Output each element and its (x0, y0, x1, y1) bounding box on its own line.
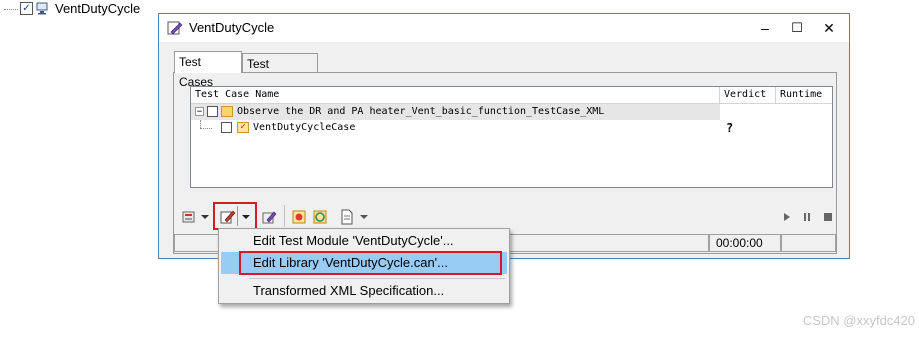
status-time: 00:00:00 (709, 234, 781, 252)
toolbar-separator (284, 205, 285, 227)
tree-connector (200, 120, 202, 128)
test-group-icon (221, 106, 233, 117)
test-module-icon[interactable] (262, 209, 278, 225)
close-button[interactable]: ✕ (813, 14, 845, 42)
verdict-unknown-icon: ? (726, 121, 734, 135)
test-case-name: Observe the DR and PA heater_Vent_basic_… (237, 106, 605, 117)
column-header-runtime[interactable]: Runtime (776, 87, 832, 103)
split-divider (237, 206, 238, 226)
test-case-icon: ✓ (237, 122, 249, 133)
row-checkbox[interactable] (221, 122, 232, 133)
test-case-name: VentDutyCycleCase (253, 122, 356, 133)
play-icon[interactable] (784, 213, 790, 221)
title-bar[interactable]: VentDutyCycle – ☐ ✕ (159, 14, 849, 42)
chevron-down-icon[interactable] (201, 215, 209, 219)
chevron-down-icon[interactable] (360, 215, 368, 219)
minimize-button[interactable]: – (749, 14, 781, 42)
window-title: VentDutyCycle (189, 20, 275, 35)
table-row[interactable]: − Observe the DR and PA heater_Vent_basi… (191, 104, 832, 120)
test-module-window: VentDutyCycle – ☐ ✕ Test Cases Test Obse… (158, 13, 850, 259)
tab-test-cases[interactable]: Test Cases (174, 51, 242, 89)
menu-item-edit-test-module[interactable]: Edit Test Module 'VentDutyCycle'... (221, 230, 507, 252)
column-header-verdict[interactable]: Verdict (720, 87, 776, 103)
chevron-down-icon (242, 215, 250, 219)
refresh-icon[interactable] (312, 209, 328, 225)
tree-checkbox[interactable]: ✓ (20, 2, 33, 15)
tab-test-observer[interactable]: Test Observer (242, 53, 318, 91)
edit-dropdown-menu: Edit Test Module 'VentDutyCycle'... Edit… (218, 228, 510, 304)
tree-connector (200, 128, 212, 129)
menu-item-transformed-xml[interactable]: Transformed XML Specification... (221, 280, 507, 302)
edit-dropdown-button[interactable] (213, 202, 257, 230)
column-header-name[interactable]: Test Case Name (191, 87, 720, 103)
row-checkbox[interactable] (207, 106, 218, 117)
tab-panel: Test Case Name Verdict Runtime − Observe… (173, 72, 837, 254)
test-module-icon (167, 21, 183, 35)
annotation-highlight (239, 251, 502, 275)
tree-connector (4, 9, 18, 10)
execute-icon[interactable] (181, 209, 197, 225)
document-icon[interactable] (339, 209, 355, 225)
pause-icon[interactable] (804, 213, 806, 221)
pause-icon-bar (808, 213, 810, 221)
collapse-toggle[interactable]: − (195, 107, 204, 117)
maximize-button[interactable]: ☐ (781, 14, 813, 42)
edit-icon (220, 210, 236, 224)
table-row[interactable]: ✓ VentDutyCycleCase ? (191, 120, 832, 136)
report-icon[interactable] (291, 209, 307, 225)
tree-root-label: VentDutyCycle (55, 1, 141, 16)
stop-icon[interactable] (824, 213, 832, 221)
computer-icon (36, 2, 48, 15)
menu-separator (249, 278, 505, 279)
test-case-list[interactable]: Test Case Name Verdict Runtime − Observe… (190, 86, 833, 188)
watermark: CSDN @xxyfdc420 (802, 313, 915, 328)
status-extra (781, 234, 836, 252)
list-header: Test Case Name Verdict Runtime (191, 87, 832, 104)
